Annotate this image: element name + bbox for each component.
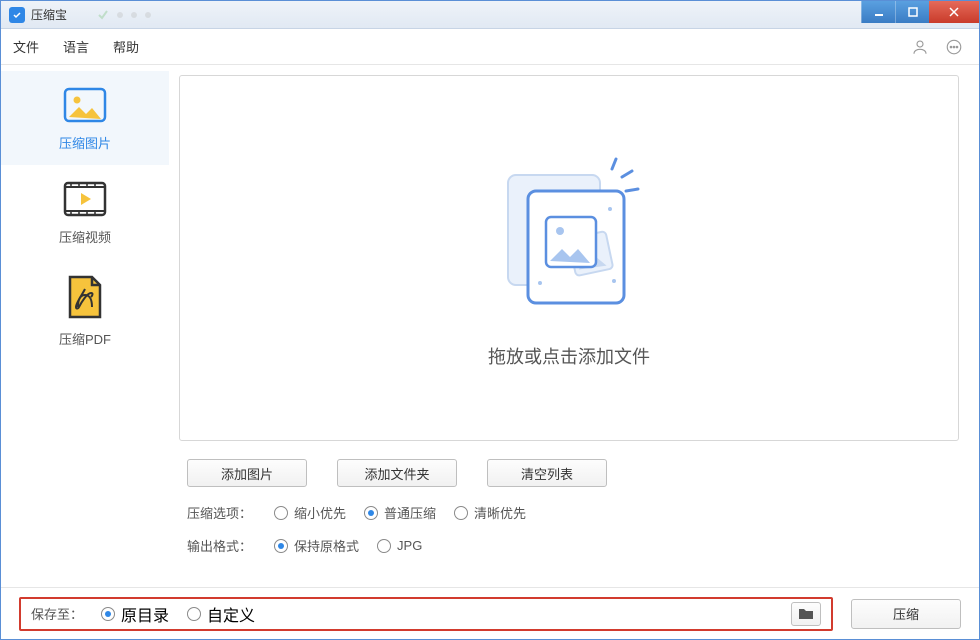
- minimize-button[interactable]: [861, 1, 895, 23]
- image-compress-icon: [63, 87, 107, 123]
- drop-text: 拖放或点击添加文件: [488, 343, 650, 369]
- feedback-icon[interactable]: [945, 38, 963, 56]
- radio-normal-compress[interactable]: 普通压缩: [364, 503, 436, 522]
- menu-help[interactable]: 帮助: [113, 37, 139, 56]
- radio-label: 保持原格式: [294, 536, 359, 555]
- titlebar-ghost: [97, 9, 151, 21]
- app-window: 压缩宝 文件 语言 帮助 压缩图片 压缩视频: [0, 0, 980, 640]
- video-compress-icon: [63, 181, 107, 217]
- compress-button[interactable]: 压缩: [851, 599, 961, 629]
- radio-clarity-priority[interactable]: 清晰优先: [454, 503, 526, 522]
- format-option-row: 输出格式： 保持原格式 JPG: [187, 536, 951, 555]
- radio-custom-dir[interactable]: 自定义: [187, 602, 255, 626]
- browse-folder-button[interactable]: [791, 602, 821, 626]
- add-folder-button[interactable]: 添加文件夹: [337, 459, 457, 487]
- menubar: 文件 语言 帮助: [1, 29, 979, 65]
- folder-icon: [798, 607, 814, 620]
- compress-option-row: 压缩选项： 缩小优先 普通压缩 清晰优先: [187, 503, 951, 522]
- user-icon[interactable]: [911, 38, 929, 56]
- add-image-button[interactable]: 添加图片: [187, 459, 307, 487]
- close-button[interactable]: [929, 1, 979, 23]
- radio-label: 原目录: [121, 602, 169, 626]
- bottom-bar: 保存至： 原目录 自定义 压缩: [1, 587, 979, 639]
- sidebar-item-label: 压缩PDF: [59, 332, 111, 347]
- save-to-group: 保存至： 原目录 自定义: [19, 597, 833, 631]
- main-panel: 拖放或点击添加文件 添加图片 添加文件夹 清空列表 压缩选项： 缩小优先 普通压…: [169, 65, 979, 587]
- sidebar-item-video[interactable]: 压缩视频: [1, 165, 169, 259]
- radio-label: JPG: [397, 538, 422, 553]
- sidebar-item-label: 压缩视频: [59, 230, 111, 245]
- sidebar-item-image[interactable]: 压缩图片: [1, 71, 169, 165]
- sidebar-item-pdf[interactable]: 压缩PDF: [1, 259, 169, 361]
- menu-language[interactable]: 语言: [63, 37, 89, 56]
- radio-size-priority[interactable]: 缩小优先: [274, 503, 346, 522]
- radio-keep-format[interactable]: 保持原格式: [274, 536, 359, 555]
- app-icon: [9, 7, 25, 23]
- drop-illustration-icon: [484, 147, 654, 317]
- clear-list-button[interactable]: 清空列表: [487, 459, 607, 487]
- titlebar: 压缩宝: [1, 1, 979, 29]
- window-controls: [861, 1, 979, 23]
- radio-label: 清晰优先: [474, 503, 526, 522]
- compress-option-label: 压缩选项：: [187, 503, 252, 522]
- sidebar: 压缩图片 压缩视频 压缩PDF: [1, 65, 169, 587]
- app-title: 压缩宝: [31, 6, 67, 23]
- menu-file[interactable]: 文件: [13, 37, 39, 56]
- pdf-compress-icon: [66, 275, 104, 319]
- maximize-button[interactable]: [895, 1, 929, 23]
- body-area: 压缩图片 压缩视频 压缩PDF: [1, 65, 979, 587]
- drop-zone[interactable]: 拖放或点击添加文件: [179, 75, 959, 441]
- save-to-label: 保存至：: [31, 604, 83, 623]
- options-panel: 压缩选项： 缩小优先 普通压缩 清晰优先 输出格式： 保持原格式 JPG: [179, 499, 959, 587]
- radio-label: 缩小优先: [294, 503, 346, 522]
- radio-jpg[interactable]: JPG: [377, 538, 422, 553]
- radio-original-dir[interactable]: 原目录: [101, 602, 169, 626]
- sidebar-item-label: 压缩图片: [59, 136, 111, 151]
- format-option-label: 输出格式：: [187, 536, 252, 555]
- action-row: 添加图片 添加文件夹 清空列表: [179, 441, 959, 499]
- menubar-right: [911, 38, 963, 56]
- radio-label: 自定义: [207, 602, 255, 626]
- radio-label: 普通压缩: [384, 503, 436, 522]
